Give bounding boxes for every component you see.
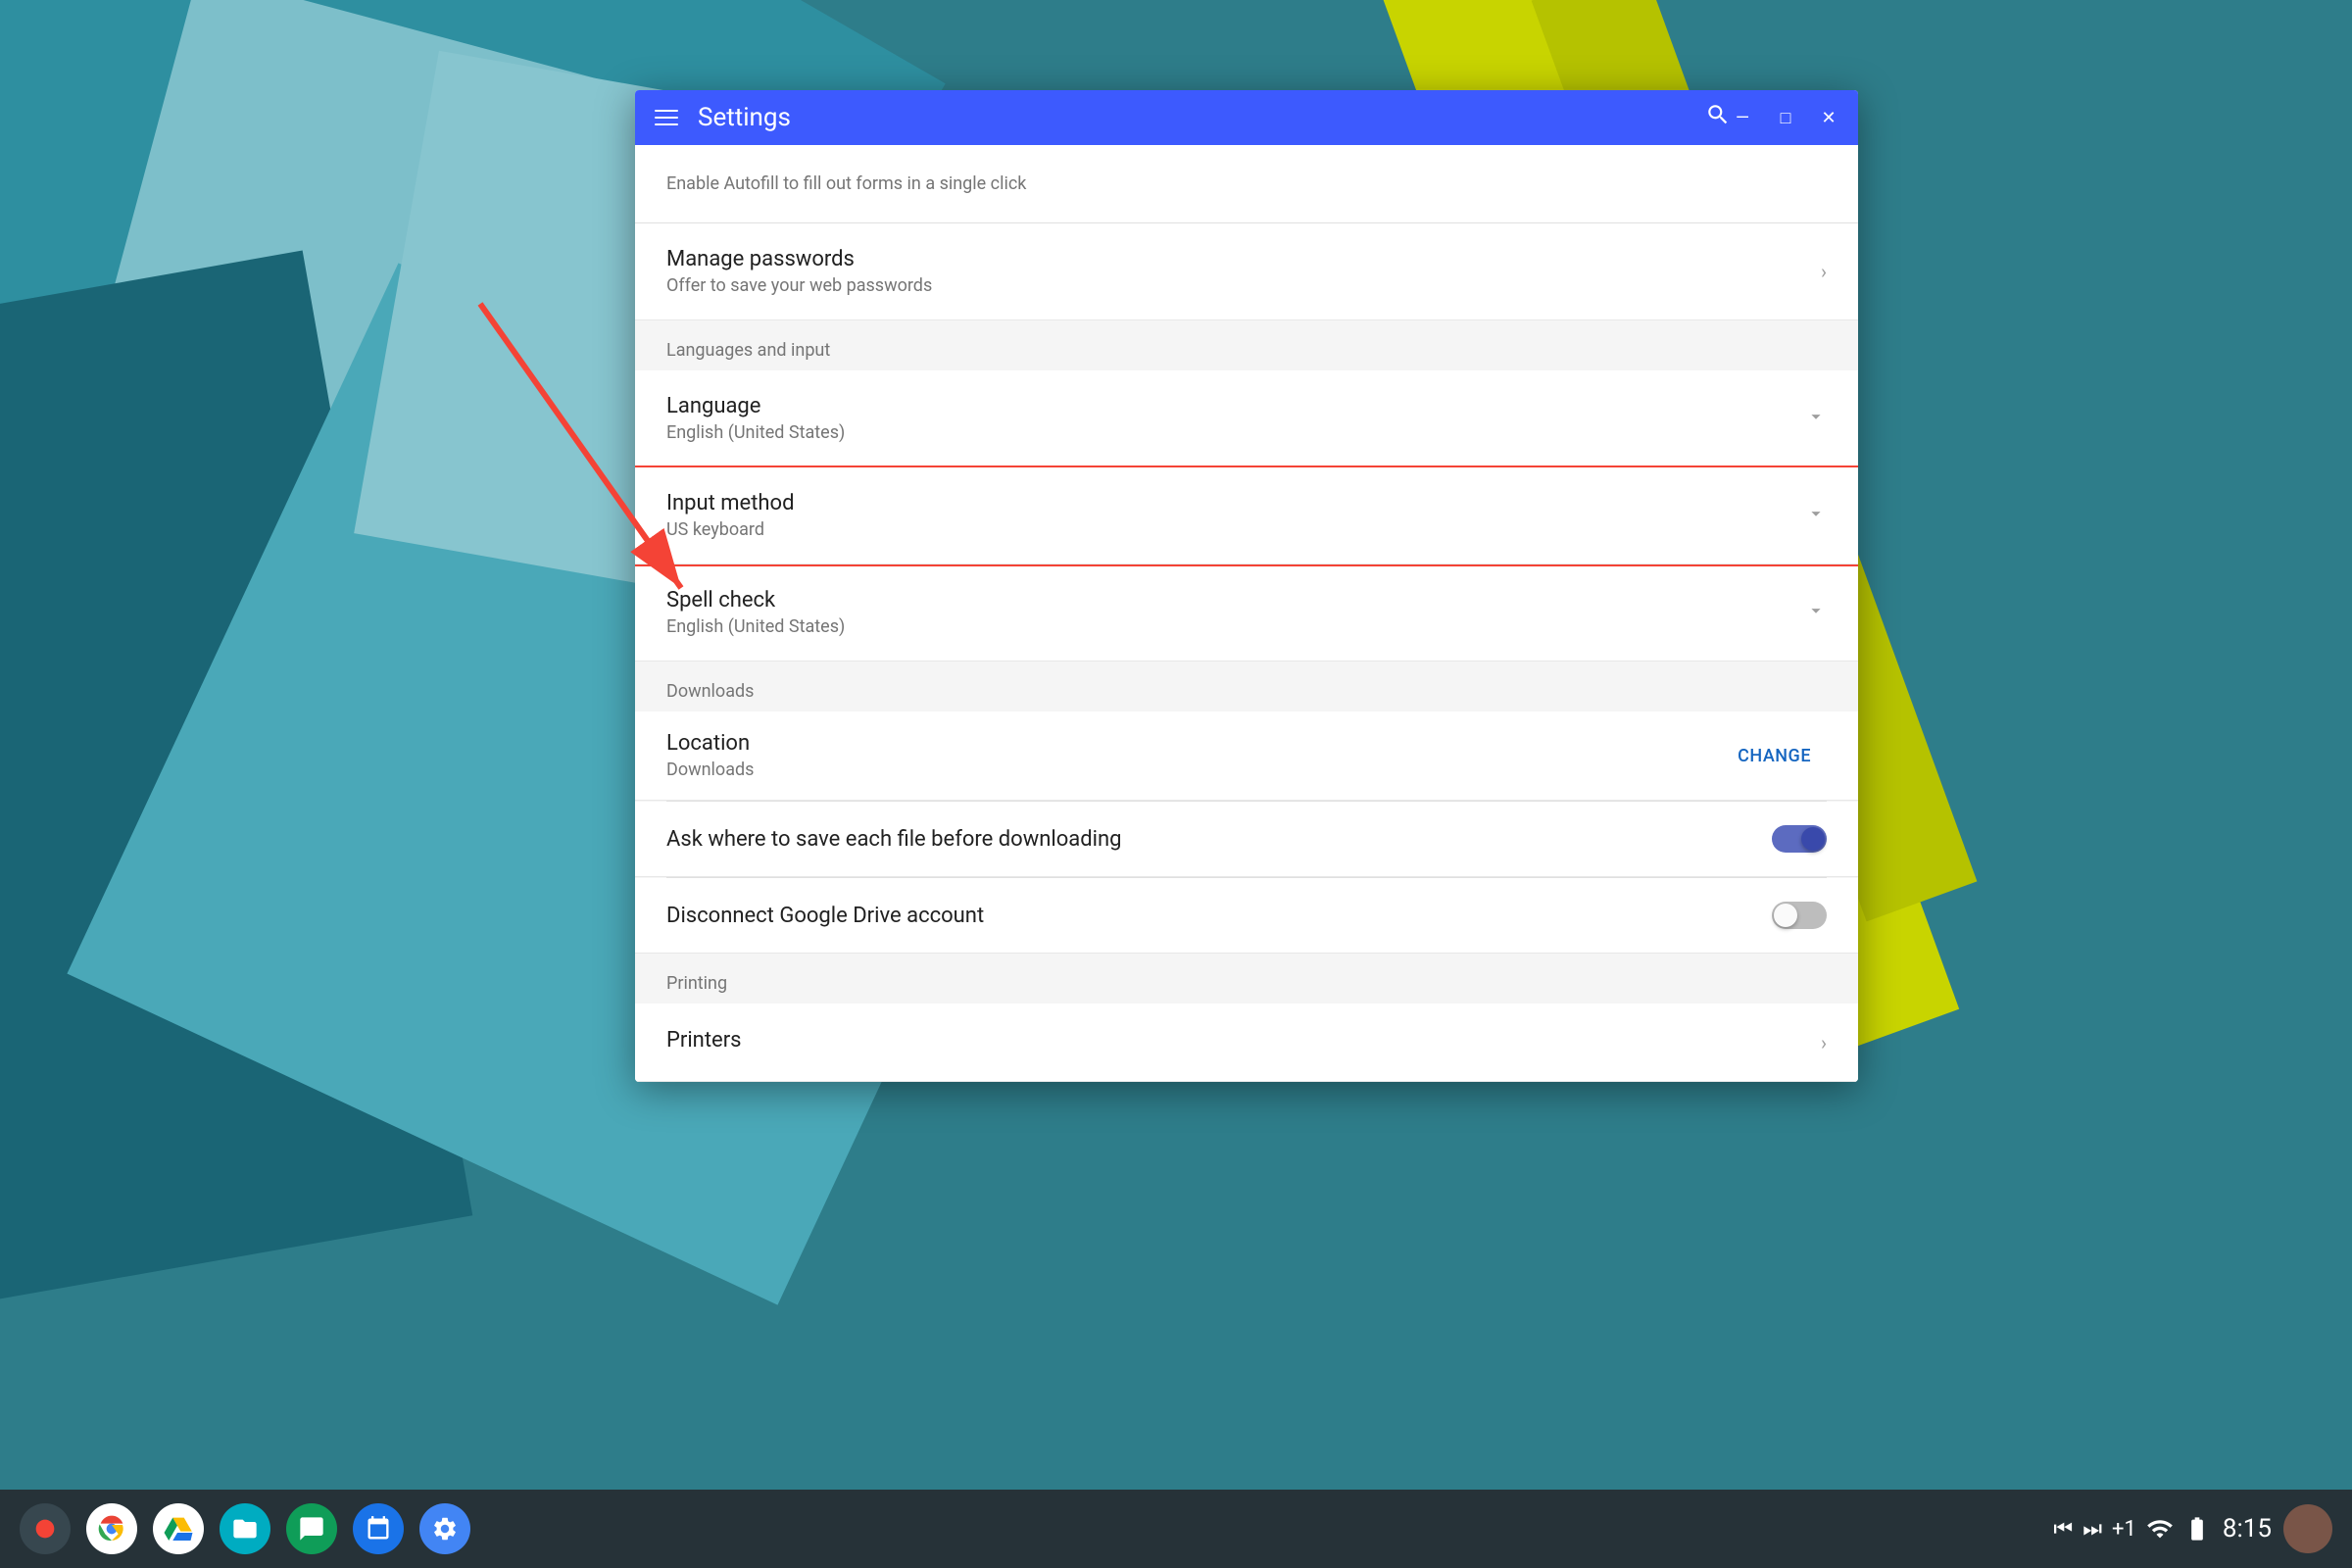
media-next-icon[interactable]: ⏭ [2082, 1517, 2102, 1542]
ask-save-toggle-thumb [1801, 827, 1825, 851]
hamburger-line-1 [655, 110, 678, 112]
window-controls: — □ ✕ [1725, 100, 1846, 135]
spell-check-item[interactable]: Spell check English (United States) [635, 564, 1858, 662]
manage-passwords-arrow-icon: › [1821, 260, 1827, 283]
window-title: Settings [698, 103, 791, 132]
disconnect-drive-toggle-thumb [1774, 904, 1797, 927]
printers-title: Printers [666, 1028, 1821, 1053]
manage-passwords-item[interactable]: Manage passwords Offer to save your web … [635, 223, 1858, 320]
spell-check-chevron-icon [1805, 600, 1827, 626]
notification-count[interactable]: +1 [2112, 1517, 2136, 1542]
input-method-subtitle: US keyboard [666, 519, 1805, 540]
settings-window: Settings — □ ✕ Enable Autofill to fill o [635, 90, 1858, 1082]
taskbar: ⏮ ⏭ +1 8:15 [0, 1490, 2352, 1568]
location-item: Location Downloads CHANGE [635, 711, 1858, 801]
autofill-subtitle: Enable Autofill to fill out forms in a s… [666, 173, 1026, 194]
spell-check-subtitle: English (United States) [666, 616, 1805, 637]
printing-section-header: Printing [635, 954, 1858, 1004]
disconnect-drive-toggle[interactable] [1772, 902, 1827, 929]
taskbar-settings-button[interactable] [419, 1503, 470, 1554]
taskbar-apps [20, 1503, 470, 1554]
wifi-icon [2146, 1515, 2174, 1543]
language-title: Language [666, 394, 1805, 418]
downloads-section-header: Downloads [635, 662, 1858, 711]
taskbar-files-button[interactable] [220, 1503, 270, 1554]
taskbar-time: 8:15 [2223, 1514, 2272, 1544]
input-method-item[interactable]: Input method US keyboard [635, 467, 1858, 564]
manage-passwords-subtitle: Offer to save your web passwords [666, 275, 1821, 296]
location-text: Location Downloads [666, 731, 1722, 780]
language-text: Language English (United States) [666, 394, 1805, 443]
ask-save-label: Ask where to save each file before downl… [666, 827, 1122, 852]
minimize-button[interactable]: — [1725, 100, 1760, 135]
language-subtitle: English (United States) [666, 422, 1805, 443]
disconnect-drive-label: Disconnect Google Drive account [666, 904, 984, 928]
disconnect-drive-item: Disconnect Google Drive account [635, 878, 1858, 954]
input-method-chevron-icon [1805, 503, 1827, 529]
input-method-text: Input method US keyboard [666, 491, 1805, 540]
ask-save-toggle[interactable] [1772, 825, 1827, 853]
window-title-area: Settings [651, 103, 791, 132]
window-titlebar: Settings — □ ✕ [635, 90, 1858, 145]
close-button[interactable]: ✕ [1811, 100, 1846, 135]
hamburger-line-2 [655, 117, 678, 119]
languages-section-header: Languages and input [635, 320, 1858, 370]
user-avatar[interactable] [2283, 1504, 2332, 1553]
settings-content: Enable Autofill to fill out forms in a s… [635, 145, 1858, 1082]
spell-check-text: Spell check English (United States) [666, 588, 1805, 637]
spell-check-title: Spell check [666, 588, 1805, 612]
system-tray: ⏮ ⏭ +1 [2053, 1515, 2210, 1543]
manage-passwords-title: Manage passwords [666, 247, 1821, 271]
taskbar-calendar-button[interactable] [353, 1503, 404, 1554]
hamburger-line-3 [655, 123, 678, 125]
printers-text: Printers [666, 1028, 1821, 1056]
maximize-button[interactable]: □ [1768, 100, 1803, 135]
taskbar-record-button[interactable] [20, 1503, 71, 1554]
language-chevron-icon [1805, 406, 1827, 432]
printers-item[interactable]: Printers › [635, 1004, 1858, 1082]
printers-arrow-icon: › [1821, 1031, 1827, 1054]
ask-save-item: Ask where to save each file before downl… [635, 802, 1858, 877]
input-method-title: Input method [666, 491, 1805, 515]
hamburger-menu-button[interactable] [651, 106, 682, 129]
battery-icon [2183, 1515, 2211, 1543]
media-prev-icon[interactable]: ⏮ [2053, 1517, 2073, 1542]
language-item[interactable]: Language English (United States) [635, 370, 1858, 467]
location-title: Location [666, 731, 1722, 756]
taskbar-right: ⏮ ⏭ +1 8:15 [2053, 1504, 2332, 1553]
manage-passwords-text: Manage passwords Offer to save your web … [666, 247, 1821, 296]
taskbar-hangouts-button[interactable] [286, 1503, 337, 1554]
location-subtitle: Downloads [666, 760, 1722, 780]
taskbar-chrome-button[interactable] [86, 1503, 137, 1554]
taskbar-drive-button[interactable] [153, 1503, 204, 1554]
change-location-button[interactable]: CHANGE [1722, 738, 1827, 774]
autofill-hint-text: Enable Autofill to fill out forms in a s… [666, 173, 1827, 194]
autofill-hint-item: Enable Autofill to fill out forms in a s… [635, 145, 1858, 223]
